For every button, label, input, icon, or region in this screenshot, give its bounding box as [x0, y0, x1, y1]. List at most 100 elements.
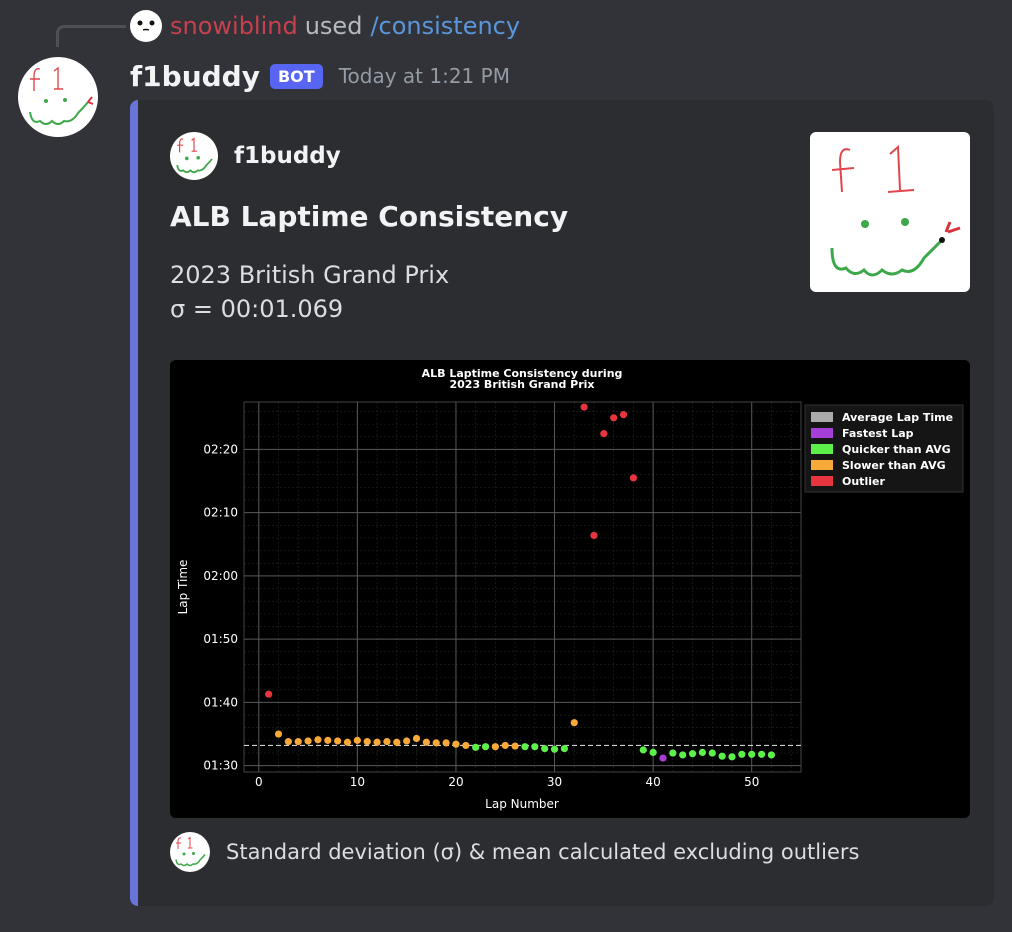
author-avatar[interactable]	[18, 57, 98, 137]
y-axis-label: Lap Time	[176, 560, 190, 615]
x-tick-label: 40	[645, 775, 660, 789]
embed-card: f1buddy ALB Laptime Consistency 2023 Bri…	[130, 100, 994, 906]
lap-point-outlier	[590, 531, 598, 540]
x-axis-label: Lap Number	[485, 797, 559, 811]
lap-point-slower	[442, 739, 450, 747]
y-tick-label: 02:00	[203, 569, 238, 583]
lap-point-quicker	[757, 750, 766, 758]
embed-author: f1buddy	[170, 132, 341, 180]
lap-point-slower	[452, 740, 460, 748]
lap-point-slower	[393, 738, 401, 746]
lap-point-slower	[284, 738, 292, 746]
chart-title-line2: 2023 British Grand Prix	[449, 378, 594, 391]
lap-point-quicker	[472, 743, 480, 751]
lap-point-quicker	[688, 750, 697, 758]
lap-point-slower	[334, 737, 342, 745]
lap-point-slower	[403, 737, 411, 745]
embed-description-sigma: σ = 00:01.069	[170, 295, 344, 323]
reply-username[interactable]: snowiblind	[170, 12, 298, 40]
f1buddy-logo-icon	[176, 137, 213, 174]
lap-point-slower	[343, 738, 352, 746]
lap-point-outlier	[265, 690, 273, 698]
legend-swatch-slower	[811, 460, 833, 470]
lap-point-quicker	[560, 744, 568, 753]
lap-point-slower	[324, 736, 332, 744]
x-tick-label: 30	[547, 775, 562, 789]
face-icon	[131, 11, 161, 41]
embed-title: ALB Laptime Consistency	[170, 200, 569, 233]
embed-thumbnail[interactable]: f1	[810, 132, 970, 292]
lap-point-slower	[294, 738, 302, 746]
lap-point-slower	[383, 738, 391, 746]
lap-point-outlier	[600, 430, 608, 438]
lap-point-slower	[422, 738, 430, 746]
lap-point-quicker	[728, 753, 736, 761]
lap-point-quicker	[748, 750, 756, 758]
lap-point-quicker	[679, 751, 687, 759]
embed-author-icon	[170, 132, 218, 180]
lap-point-quicker	[718, 752, 726, 760]
reply-connector	[56, 25, 126, 47]
reply-command[interactable]: /consistency	[370, 12, 520, 40]
y-tick-label: 01:40	[203, 695, 238, 709]
x-tick-label: 50	[744, 775, 759, 789]
lap-point-slower	[511, 742, 519, 750]
lap-point-slower	[412, 734, 421, 743]
lap-point-slower	[432, 739, 440, 747]
lap-point-slower	[501, 741, 509, 750]
lap-point-quicker	[669, 749, 677, 757]
legend-swatch-outlier	[811, 476, 833, 486]
lap-point-quicker	[531, 743, 539, 751]
embed-footer: Standard deviation (σ) & mean calculated…	[170, 832, 859, 872]
lap-point-outlier	[610, 414, 618, 422]
lap-point-quicker	[738, 750, 746, 758]
chart-legend: Average Lap Time Fastest Lap Quicker than …	[804, 404, 964, 493]
f1buddy-logo-icon: f1	[830, 144, 961, 277]
message-timestamp[interactable]: Today at 1:21 PM	[339, 64, 510, 88]
x-tick-label: 10	[350, 775, 365, 789]
embed-footer-icon	[170, 832, 210, 872]
lap-point-outlier	[629, 474, 638, 482]
legend-swatch-quicker	[811, 444, 833, 454]
embed-description-race: 2023 British Grand Prix	[170, 261, 450, 289]
lap-point-quicker	[649, 748, 657, 756]
legend-swatch-fastest	[811, 428, 833, 438]
legend-label-slower: Slower than AVG	[842, 459, 946, 472]
y-tick-label: 02:20	[203, 442, 238, 456]
lap-point-slower	[274, 730, 283, 738]
lap-point-outlier	[580, 403, 588, 411]
reply-reference[interactable]: snowiblind used /consistency	[130, 9, 520, 43]
embed-chart-image[interactable]: ALB Laptime Consistency during 2023 Brit…	[170, 360, 970, 818]
lap-point-quicker	[541, 744, 549, 753]
y-tick-label: 01:50	[203, 632, 238, 646]
lap-point-quicker	[481, 743, 490, 751]
legend-swatch-average	[811, 412, 833, 422]
reply-used-text: used	[304, 12, 363, 40]
legend-label-fastest: Fastest Lap	[842, 427, 914, 440]
reply-user-avatar[interactable]	[130, 10, 162, 42]
author-username[interactable]: f1buddy	[130, 60, 260, 93]
y-tick-label: 01:30	[203, 759, 238, 773]
bot-badge: BOT	[269, 63, 323, 89]
lap-point-quicker	[521, 743, 529, 751]
lap-point-outlier	[619, 411, 628, 419]
laptime-scatter-chart: ALB Laptime Consistency during 2023 Brit…	[170, 360, 970, 818]
f1buddy-logo-icon	[175, 836, 206, 867]
lap-point-slower	[363, 738, 371, 746]
legend-label-average: Average Lap Time	[842, 411, 953, 424]
embed-description: 2023 British Grand Prix σ = 00:01.069	[170, 258, 449, 326]
lap-point-quicker	[698, 748, 707, 756]
lap-point-slower	[353, 736, 361, 744]
lap-point-slower	[570, 719, 578, 727]
lap-point-quicker	[550, 745, 559, 753]
x-tick-label: 20	[448, 775, 463, 789]
message-header: f1buddy BOT Today at 1:21 PM	[130, 56, 510, 96]
lap-point-slower	[462, 741, 470, 750]
lap-point-quicker	[639, 746, 647, 754]
lap-point-slower	[314, 736, 322, 744]
lap-point-quicker	[767, 751, 776, 759]
f1buddy-logo-icon	[29, 66, 94, 125]
lap-point-slower	[491, 743, 499, 751]
embed-author-name[interactable]: f1buddy	[234, 143, 341, 169]
lap-point-slower	[304, 737, 312, 745]
